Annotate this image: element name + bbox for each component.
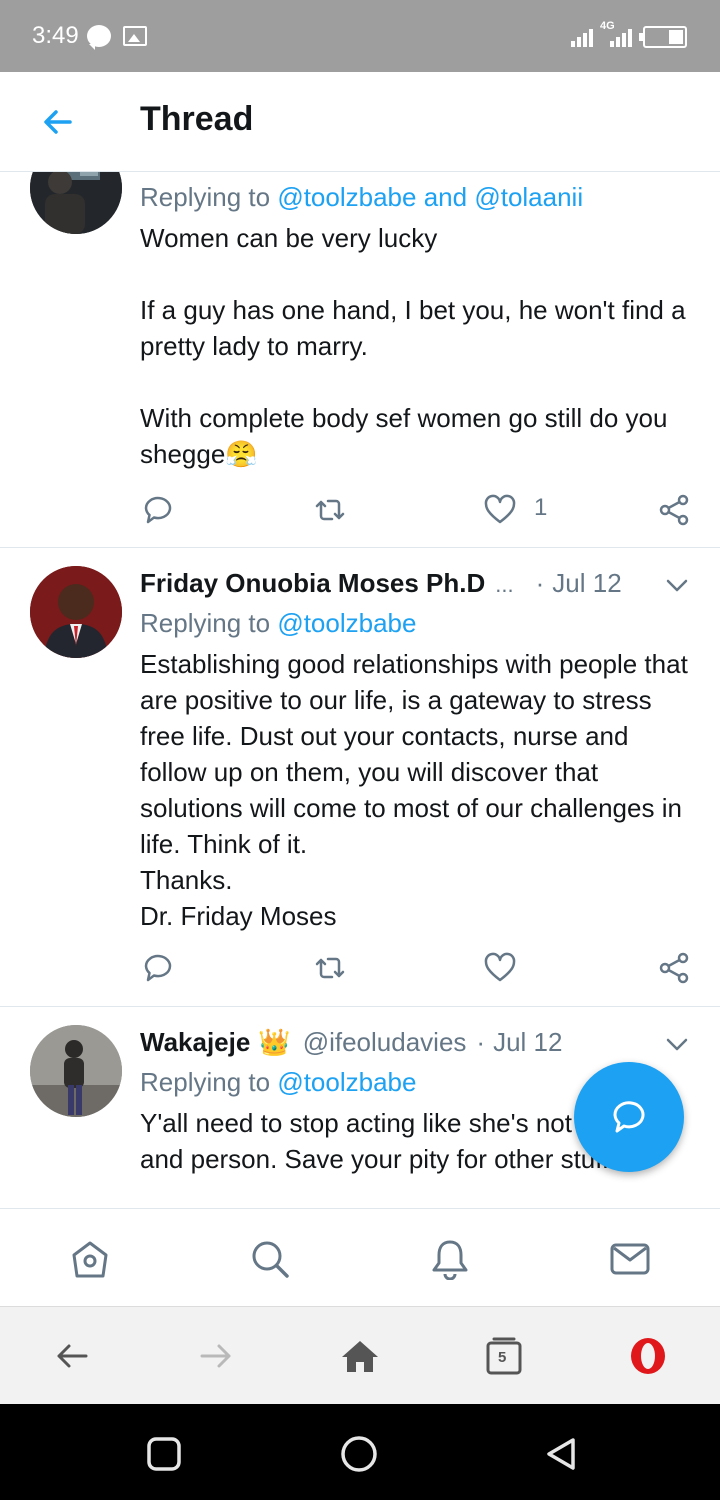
- chevron-down-icon[interactable]: [664, 1031, 690, 1057]
- search-icon[interactable]: [249, 1238, 291, 1280]
- signal-icon: [610, 27, 632, 47]
- retweet-icon[interactable]: [312, 492, 348, 528]
- back-arrow-icon[interactable]: [38, 102, 78, 142]
- share-icon[interactable]: [656, 950, 692, 986]
- reply-compose-button[interactable]: [574, 1062, 684, 1172]
- tweet-header: Wakajeje 👑 @ifeoludavies · Jul 12: [140, 1027, 562, 1058]
- replying-to: Replying to @toolzbabe: [140, 1067, 416, 1098]
- status-bar: 3:49 4G: [0, 0, 720, 72]
- reply-icon[interactable]: [140, 950, 176, 986]
- home-circle-icon[interactable]: [340, 1435, 378, 1473]
- like-count: 1: [534, 494, 548, 521]
- author-name[interactable]: Friday Onuobia Moses Ph.D: [140, 568, 485, 599]
- tweet-date[interactable]: Jul 12: [493, 1027, 562, 1058]
- replying-prefix: Replying to: [140, 1067, 271, 1097]
- tweet[interactable]: Friday Onuobia Moses Ph.D ... · Jul 12 R…: [0, 548, 720, 1007]
- notifications-icon[interactable]: [429, 1238, 471, 1280]
- thread-header: Thread: [0, 72, 720, 172]
- browser-home-icon[interactable]: [340, 1336, 380, 1376]
- tweet-actions: 1: [140, 492, 700, 528]
- tweet-line: Dr. Friday Moses: [140, 901, 337, 931]
- share-icon[interactable]: [656, 492, 692, 528]
- tweet-line: With complete body sef women go still do…: [140, 403, 668, 469]
- tweet-text: Women can be very lucky If a guy has one…: [140, 220, 700, 472]
- mention-link[interactable]: @toolzbabe: [277, 182, 416, 212]
- mention-link[interactable]: @tolaanii: [474, 182, 583, 212]
- replying-to: Replying to @toolzbabe and @tolaanii: [140, 182, 583, 213]
- tweet-header: Friday Onuobia Moses Ph.D ... · Jul 12: [140, 568, 622, 599]
- nav-back-icon[interactable]: [543, 1436, 579, 1472]
- messages-icon[interactable]: [609, 1238, 651, 1280]
- android-nav-bar: [0, 1404, 720, 1500]
- name-ellipsis: ...: [495, 572, 514, 597]
- author-name[interactable]: Wakajeje: [140, 1027, 250, 1058]
- replying-prefix: Replying to: [140, 608, 271, 638]
- wifi-signal-icon: [571, 27, 593, 47]
- opera-icon[interactable]: [628, 1336, 668, 1376]
- replying-to: Replying to @toolzbabe: [140, 608, 416, 639]
- dot-separator: ·: [476, 1027, 486, 1057]
- avatar[interactable]: [30, 1025, 122, 1117]
- recents-icon[interactable]: [146, 1436, 182, 1472]
- tweet-line: Establishing good relationships with peo…: [140, 649, 688, 859]
- status-time: 3:49: [32, 22, 79, 49]
- tweet-text: Establishing good relationships with peo…: [140, 646, 700, 934]
- tab-count: 5: [498, 1349, 507, 1366]
- tweet-line: Thanks.: [140, 865, 233, 895]
- dot-separator: ·: [535, 568, 545, 598]
- tweet-line: Women can be very lucky: [140, 223, 438, 253]
- thread-feed[interactable]: Replying to @toolzbabe and @tolaanii Wom…: [0, 172, 720, 1208]
- browser-forward-icon[interactable]: [196, 1336, 236, 1376]
- page-title: Thread: [140, 100, 254, 138]
- browser-back-icon[interactable]: [52, 1336, 92, 1376]
- tweet-actions: [140, 950, 700, 986]
- avatar[interactable]: [30, 566, 122, 658]
- chat-bubble-icon: [87, 25, 111, 50]
- crown-badge-icon: 👑: [258, 1027, 291, 1057]
- battery-icon: [639, 26, 687, 48]
- bottom-tab-bar: [0, 1208, 720, 1306]
- avatar[interactable]: [30, 172, 122, 234]
- image-icon: [123, 26, 147, 46]
- like-icon[interactable]: [482, 950, 518, 986]
- browser-toolbar: 5: [0, 1306, 720, 1404]
- like-icon[interactable]: [482, 492, 518, 528]
- mention-link[interactable]: @toolzbabe: [277, 608, 416, 638]
- replying-and: and: [423, 182, 468, 212]
- tweet[interactable]: Replying to @toolzbabe and @tolaanii Wom…: [0, 172, 720, 548]
- chevron-down-icon[interactable]: [664, 572, 690, 598]
- tweet-line: If a guy has one hand, I bet you, he won…: [140, 295, 686, 361]
- compose-reply-icon: [613, 1101, 645, 1133]
- tweet-date[interactable]: Jul 12: [552, 568, 621, 599]
- mention-link[interactable]: @toolzbabe: [277, 1067, 416, 1097]
- reply-icon[interactable]: [140, 492, 176, 528]
- retweet-icon[interactable]: [312, 950, 348, 986]
- replying-prefix: Replying to: [140, 182, 271, 212]
- author-handle[interactable]: @ifeoludavies: [303, 1027, 467, 1058]
- home-icon[interactable]: [69, 1238, 111, 1280]
